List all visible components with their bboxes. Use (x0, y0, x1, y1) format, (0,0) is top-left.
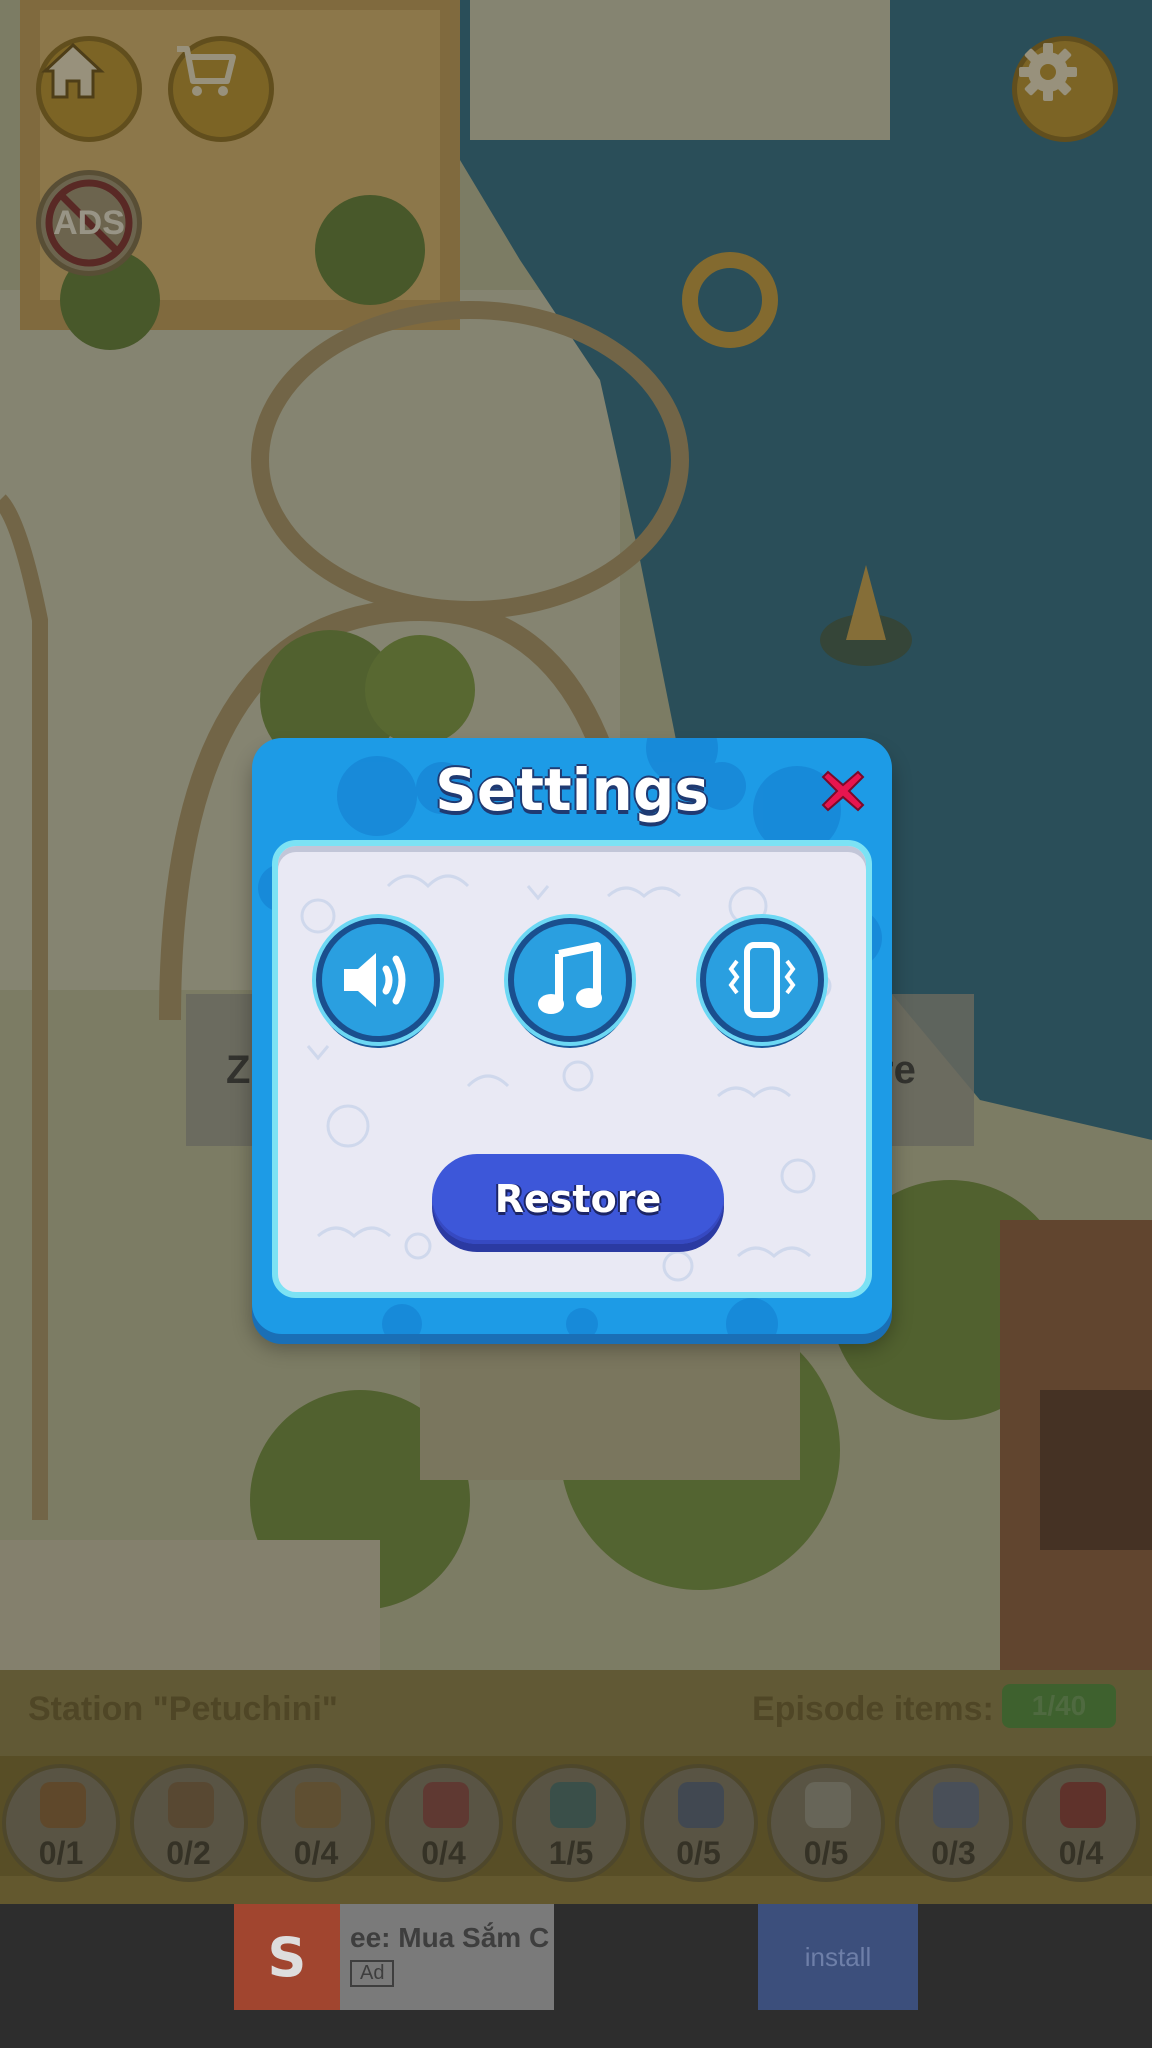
ad-card[interactable]: S ee: Mua Sắm C Ad (234, 1904, 554, 2010)
settings-panel: Restore (272, 840, 872, 1298)
ad-title: ee: Mua Sắm C (350, 1922, 550, 1953)
ad-banner[interactable]: S ee: Mua Sắm C Ad install (0, 1904, 1152, 2048)
vibration-toggle-button[interactable] (700, 918, 824, 1042)
speaker-icon (344, 953, 406, 1007)
close-icon (821, 770, 865, 812)
vibration-phone-icon (728, 942, 796, 1018)
shopping-bag-icon: S (234, 1904, 340, 2010)
settings-dialog: Settings Restore (252, 738, 892, 1334)
music-note-icon (538, 942, 602, 1014)
restore-button[interactable]: Restore (432, 1154, 724, 1244)
dialog-title: Settings (435, 756, 709, 824)
ad-install-button[interactable]: install (758, 1904, 918, 2010)
music-toggle-button[interactable] (508, 918, 632, 1042)
close-button[interactable] (818, 766, 868, 816)
ad-tag: Ad (350, 1960, 395, 1987)
sound-toggle-button[interactable] (316, 918, 440, 1042)
